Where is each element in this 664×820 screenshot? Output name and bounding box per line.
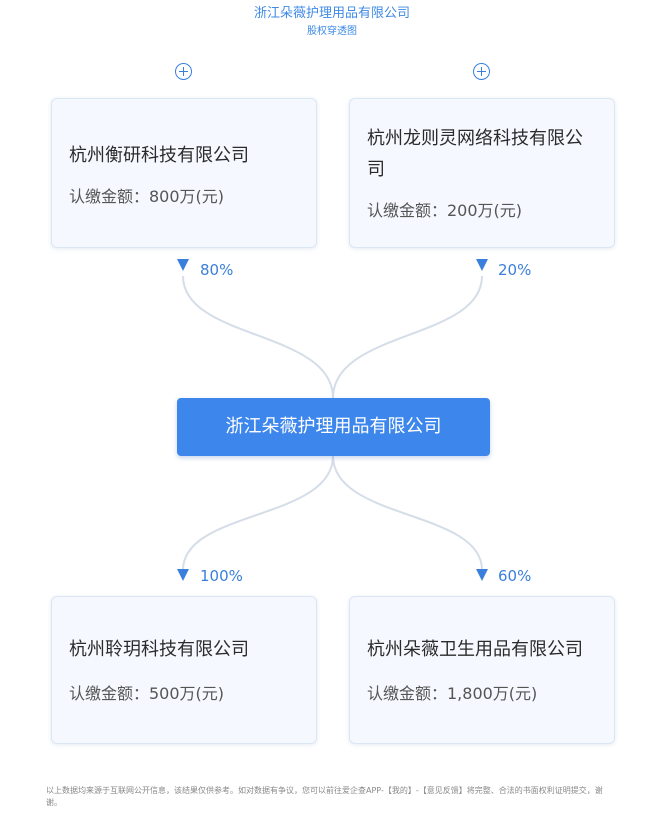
shareholder-amount: 认缴金额：800万(元): [69, 187, 225, 206]
shareholder-name: 杭州龙则灵网络科技有限公司: [367, 128, 583, 180]
investment-name: 杭州聆玥科技有限公司: [69, 639, 249, 660]
arrow-down-icon: [177, 569, 189, 581]
investment-amount: 认缴金额：500万(元): [69, 684, 225, 703]
arrow-down-icon: [476, 569, 488, 581]
shareholder-card-1[interactable]: 杭州衡研科技有限公司 认缴金额：800万(元): [51, 98, 317, 248]
investment-name: 杭州朵薇卫生用品有限公司: [367, 639, 583, 660]
investment-amount: 认缴金额：1,800万(元): [367, 684, 538, 703]
shareholder-amount: 认缴金额：200万(元): [367, 201, 523, 220]
link-investment-2: [332, 455, 483, 571]
link-shareholder-1: [182, 275, 334, 399]
investment-percent: 60%: [498, 567, 532, 585]
arrow-down-icon: [476, 259, 488, 271]
investment-percent: 100%: [200, 567, 243, 585]
shareholder-name: 杭州衡研科技有限公司: [69, 145, 249, 166]
link-shareholder-2: [332, 275, 483, 399]
investment-card-1[interactable]: 杭州聆玥科技有限公司 认缴金额：500万(元): [51, 596, 317, 744]
investment-card-2[interactable]: 杭州朵薇卫生用品有限公司 认缴金额：1,800万(元): [349, 596, 615, 744]
center-company-node[interactable]: 浙江朵薇护理用品有限公司: [177, 398, 490, 456]
arrow-down-icon: [177, 259, 189, 271]
disclaimer-text: 以上数据均来源于互联网公开信息，该结果仅供参考。如对数据有争议，您可以前往爱企查…: [46, 786, 603, 807]
link-investment-1: [182, 455, 334, 571]
shareholder-card-2[interactable]: 杭州龙则灵网络科技有限公司 认缴金额：200万(元): [349, 98, 615, 248]
shareholder-percent: 20%: [498, 261, 532, 279]
shareholder-percent: 80%: [200, 261, 234, 279]
